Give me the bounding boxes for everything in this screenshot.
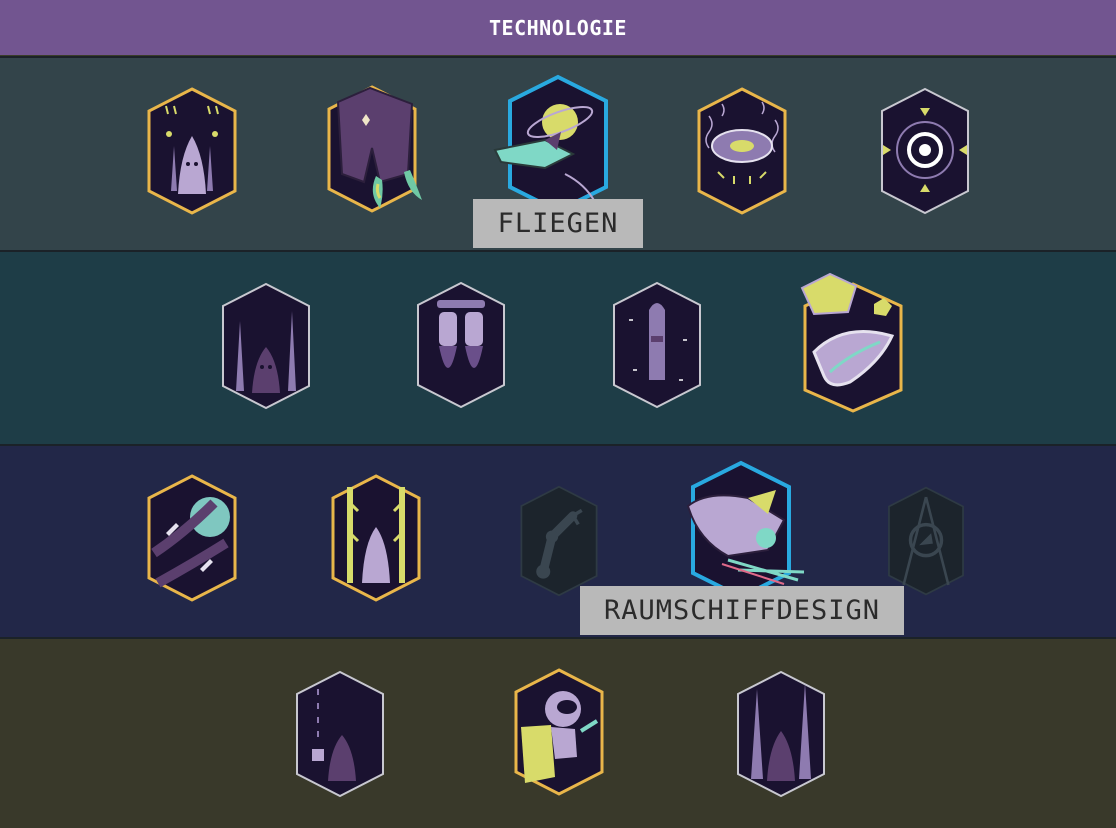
tech-badge-twin-spire[interactable]: [218, 281, 314, 411]
shuttle-laser-icon: [686, 460, 805, 600]
target-ring-icon: [881, 87, 969, 215]
tech-badge-rocket-trail[interactable]: [292, 669, 388, 799]
tooltip-raumschiffdesign: RAUMSCHIFFDESIGN: [580, 586, 904, 635]
tech-badge-circuit-disc[interactable]: [694, 86, 790, 216]
tech-badge-asteroid-catcher[interactable]: [800, 272, 906, 413]
tech-badge-compass-ship[interactable]: [884, 485, 968, 597]
capsule-icon: [613, 281, 701, 409]
spire-rocket-icon: [737, 670, 825, 798]
rocket-fleet-icon: [147, 87, 237, 215]
tech-badge-shuttle-laser[interactable]: [686, 460, 805, 600]
launch-tower-icon: [331, 474, 421, 602]
shuttle-orbit-icon: [493, 74, 608, 214]
tech-row-2: [0, 250, 1116, 444]
tech-badge-shuttle-orbit[interactable]: [493, 74, 611, 214]
tech-badge-launch-tower[interactable]: [328, 473, 424, 603]
tech-badge-target-ring[interactable]: [877, 86, 973, 216]
asteroid-catcher-icon: [800, 272, 903, 413]
page-title: TECHNOLOGIE: [489, 15, 627, 40]
tech-badge-rocket-fleet[interactable]: [144, 86, 240, 216]
thruster-pair-icon: [417, 281, 505, 409]
jetpack-icon: [327, 85, 422, 213]
tech-badge-jetpack[interactable]: [324, 84, 422, 214]
robot-arm-icon: [520, 485, 598, 597]
twin-spire-icon: [222, 282, 310, 410]
tooltip-fliegen: FLIEGEN: [473, 199, 643, 248]
tech-badge-spire-rocket[interactable]: [733, 669, 829, 799]
tech-badge-astronaut[interactable]: [511, 667, 607, 797]
circuit-disc-icon: [697, 87, 787, 215]
tech-badge-planet-rockets[interactable]: [144, 473, 240, 603]
rocket-trail-icon: [296, 670, 384, 798]
tech-badge-thruster-pair[interactable]: [413, 280, 509, 410]
header-bar: TECHNOLOGIE: [0, 0, 1116, 55]
planet-rockets-icon: [147, 474, 237, 602]
tech-badge-capsule[interactable]: [609, 280, 705, 410]
tech-badge-robot-arm[interactable]: [517, 484, 601, 598]
compass-ship-icon: [888, 486, 964, 596]
astronaut-icon: [514, 668, 604, 796]
